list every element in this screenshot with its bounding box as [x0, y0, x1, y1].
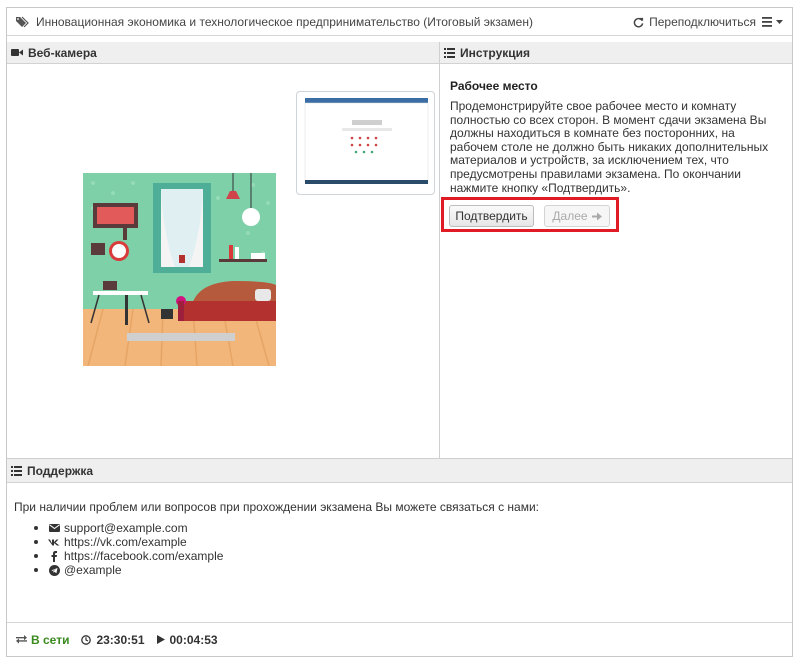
instruction-panel-title: Инструкция: [460, 45, 531, 60]
next-button[interactable]: Далее: [544, 205, 610, 227]
facebook-icon: [51, 550, 57, 562]
elapsed-timer: 00:04:53: [156, 632, 218, 647]
clock-icon: [81, 634, 92, 645]
support-text: При наличии проблем или вопросов при про…: [14, 500, 540, 514]
support-panel: Поддержка При наличии проблем или вопрос…: [7, 458, 792, 622]
exchange-icon: [16, 635, 27, 644]
instruction-heading: Рабочее место: [450, 79, 538, 93]
online-label: В сети: [31, 632, 70, 647]
next-button-label: Далее: [552, 209, 588, 223]
elapsed-value: 00:04:53: [169, 632, 218, 647]
contact-vk-label: https://vk.com/example: [64, 535, 187, 549]
instruction-text: Продемонстрируйте свое рабочее место и к…: [450, 99, 769, 195]
support-panel-title: Поддержка: [27, 463, 94, 478]
connection-status: В сети: [16, 633, 69, 647]
webcam-view: [7, 64, 439, 458]
instruction-panel: Инструкция Рабочее место Продемонстрируй…: [440, 42, 792, 458]
list-icon: [444, 47, 455, 58]
list-icon: [11, 465, 22, 476]
webcam-room-image: [83, 173, 276, 366]
instruction-panel-header: Инструкция: [440, 42, 792, 64]
confirm-button[interactable]: Подтвердить: [449, 205, 534, 227]
clock-display: 23:30:51: [81, 632, 145, 647]
reconnect-label: Переподключиться: [649, 15, 756, 29]
play-icon: [156, 635, 165, 644]
contact-list: support@example.com https://vk.com/examp…: [34, 521, 223, 577]
exam-window: Инновационная экономика и технологическо…: [6, 7, 793, 657]
reconnect-button[interactable]: Переподключиться: [633, 15, 756, 29]
support-panel-header: Поддержка: [7, 459, 792, 483]
webcam-panel-title: Веб-камера: [28, 45, 97, 60]
arrow-right-icon: [591, 212, 602, 220]
vk-icon: [48, 539, 60, 545]
refresh-icon: [633, 17, 644, 27]
top-bar: Инновационная экономика и технологическо…: [7, 8, 792, 36]
exam-title: Инновационная экономика и технологическо…: [36, 14, 533, 29]
webcam-panel-header: Веб-камера: [7, 42, 439, 64]
envelope-icon: [48, 524, 60, 532]
status-bar: В сети 23:30:51 00:04:53: [7, 622, 792, 656]
screen-share-thumbnail: [296, 91, 435, 195]
contact-facebook-label: https://facebook.com/example: [64, 549, 224, 563]
contact-email-label: support@example.com: [64, 521, 188, 535]
clock-value: 23:30:51: [96, 632, 145, 647]
contact-facebook[interactable]: https://facebook.com/example: [34, 549, 223, 563]
screen-thumbnail-image: [304, 98, 429, 184]
video-camera-icon: [11, 49, 23, 56]
tag-icon: [16, 16, 29, 27]
confirm-button-label: Подтвердить: [455, 209, 528, 223]
contact-telegram-label: @example: [64, 563, 122, 577]
action-buttons-highlight: Подтвердить Далее: [441, 197, 619, 232]
webcam-panel: Веб-камера: [7, 42, 440, 458]
menu-icon[interactable]: [762, 16, 784, 28]
contact-email[interactable]: support@example.com: [34, 521, 223, 535]
contact-telegram[interactable]: @example: [34, 563, 223, 577]
telegram-icon: [48, 564, 60, 576]
contact-vk[interactable]: https://vk.com/example: [34, 535, 223, 549]
